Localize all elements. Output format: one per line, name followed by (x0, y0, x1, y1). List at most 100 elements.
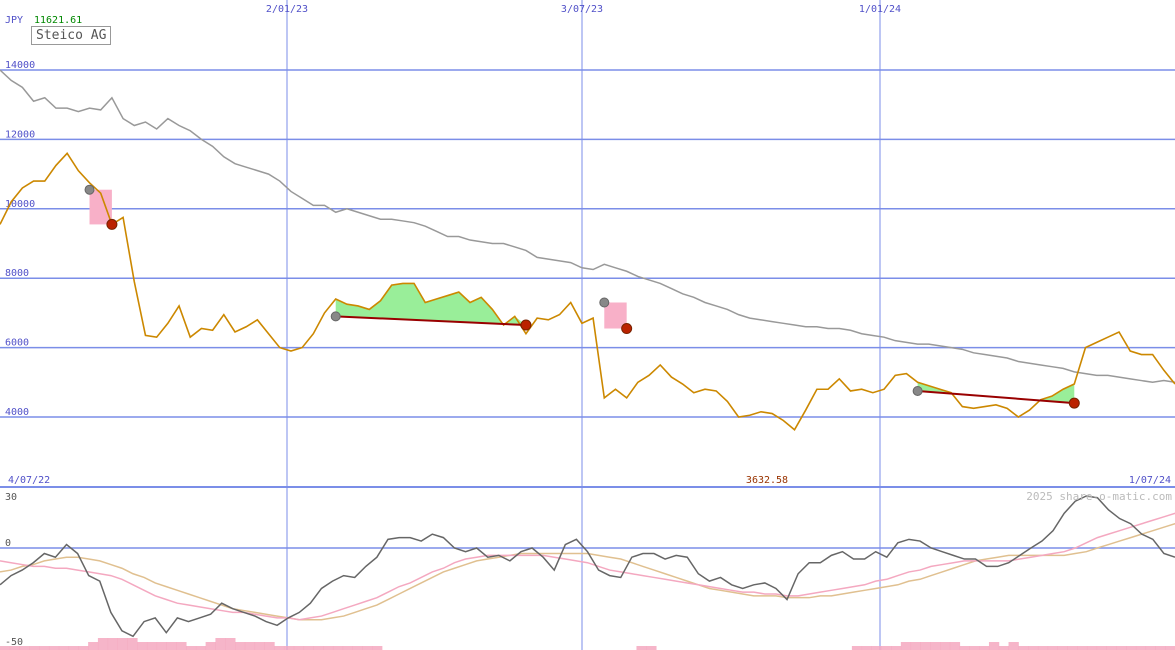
volume-bar (881, 646, 892, 650)
entry-marker (912, 385, 923, 396)
volume-bar (1008, 642, 1019, 650)
volume-bar (1126, 646, 1137, 650)
volume-bar (959, 646, 970, 650)
volume-bar (1165, 646, 1175, 650)
volume-bar (274, 646, 285, 650)
volume-bar (1028, 646, 1039, 650)
volume-bar (988, 642, 1000, 650)
entry-marker (599, 297, 610, 308)
volume-bar (352, 646, 363, 650)
signal-fast-line (0, 512, 1175, 621)
volume-bar (186, 646, 197, 650)
x-tick-label: 2/01/23 (266, 4, 308, 15)
entry-marker (84, 184, 95, 195)
volume-bar (940, 642, 951, 650)
x-tick-label: 3/07/23 (561, 4, 603, 15)
exit-marker (520, 319, 532, 331)
volume-bar (9, 646, 21, 650)
volume-bar (646, 646, 657, 650)
volume-bar (235, 642, 246, 650)
last-value-label: 11621.61 (34, 15, 83, 26)
volume-bar (195, 646, 207, 650)
stock-chart: 4000600080001000012000140002/01/23 3/07/2… (0, 0, 1175, 650)
volume-bar (636, 646, 647, 650)
osc-tick-label: 0 (5, 538, 11, 549)
exit-marker (106, 218, 118, 230)
signal-slow-line (0, 522, 1175, 621)
volume-bar (1077, 646, 1088, 650)
volume-bar (127, 638, 138, 650)
volume-bar (107, 638, 118, 650)
volume-bar (293, 646, 305, 650)
y-tick-label: 4000 (5, 407, 29, 418)
entry-marker (330, 311, 341, 322)
volume-bar (19, 646, 30, 650)
volume-bar (48, 646, 60, 650)
volume-bar (342, 646, 353, 650)
exit-marker (1068, 397, 1080, 409)
volume-bar (1096, 646, 1107, 650)
volume-bar (871, 646, 882, 650)
moving-average-line (0, 69, 1175, 384)
volume-bar (166, 642, 177, 650)
x-end-label: 1/07/24 (1129, 475, 1171, 486)
volume-bar (861, 646, 872, 650)
osc-tick-label: 30 (5, 492, 17, 503)
volume-bar (851, 646, 863, 650)
volume-bar (1037, 646, 1049, 650)
volume-bar (244, 642, 256, 650)
y-tick-label: 12000 (5, 129, 35, 140)
volume-bar (146, 642, 158, 650)
volume-bar (362, 646, 373, 650)
volume-bar (1155, 646, 1166, 650)
watermark: 2025 share-o-matic.com (1026, 490, 1172, 503)
volume-bar (156, 642, 167, 650)
volume-bar (891, 646, 902, 650)
volume-bar (930, 642, 941, 650)
volume-bar (88, 642, 99, 650)
x-start-label: 4/07/22 (8, 475, 50, 486)
volume-bar (313, 646, 324, 650)
volume-bar (205, 642, 216, 650)
volume-bar (949, 642, 961, 650)
volume-bar (176, 642, 187, 650)
volume-bar (910, 642, 921, 650)
volume-bar (1106, 646, 1117, 650)
volume-bar (254, 642, 265, 650)
volume-bar (1057, 646, 1068, 650)
volume-bar (215, 638, 226, 650)
oscillator-line (0, 495, 1175, 638)
volume-bar (29, 646, 40, 650)
volume-bar (0, 646, 11, 650)
volume-bar (264, 642, 275, 650)
volume-bar (900, 642, 912, 650)
volume-bar (1135, 646, 1147, 650)
price-line (0, 151, 1175, 431)
y-tick-label: 8000 (5, 268, 29, 279)
volume-bar (97, 638, 109, 650)
y-tick-label: 6000 (5, 338, 29, 349)
volume-bar (58, 646, 70, 650)
exit-marker (621, 323, 633, 335)
volume-bar (137, 642, 148, 650)
stock-title: Steico AG (31, 26, 112, 45)
volume-bar (283, 646, 295, 650)
volume-bar (979, 646, 990, 650)
volume-bar (323, 646, 334, 650)
volume-bar (39, 646, 50, 650)
volume-bar (1018, 646, 1029, 650)
volume-bar (920, 642, 931, 650)
volume-bar (998, 646, 1010, 650)
volume-bar (78, 646, 89, 650)
volume-bar (225, 638, 236, 650)
volume-bar (117, 638, 128, 650)
volume-bar (1145, 646, 1156, 650)
currency-label: JPY (5, 15, 24, 26)
volume-bar (303, 646, 314, 650)
volume-bar (1086, 646, 1098, 650)
volume-bar (68, 646, 79, 650)
volume-bar (1067, 646, 1078, 650)
volume-bar (372, 646, 383, 650)
volume-bar (1047, 646, 1058, 650)
volume-bar (1116, 646, 1127, 650)
